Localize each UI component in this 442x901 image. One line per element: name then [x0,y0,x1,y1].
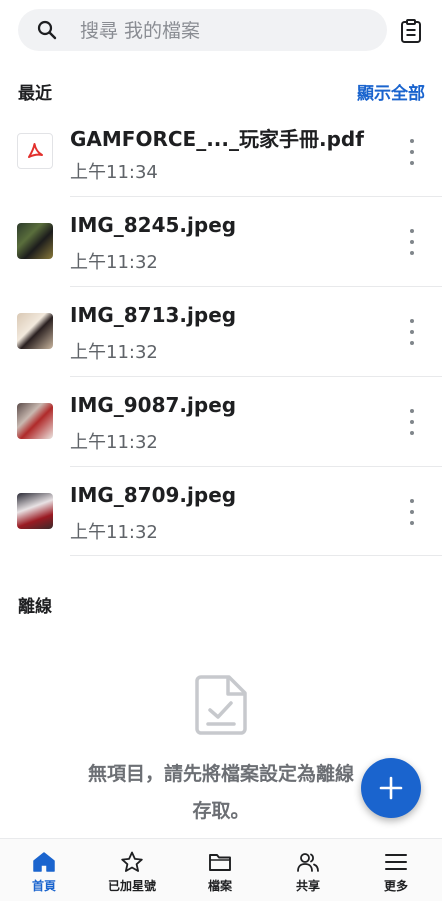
acrobat-icon [28,143,43,158]
file-name: IMG_8709.jpeg [70,483,237,507]
search-icon [37,20,57,40]
more-options-icon[interactable] [404,229,420,255]
list-item[interactable]: GAMFORCE_..._玩家手冊.pdf 上午11:34 [0,106,442,196]
offline-document-icon [195,675,247,735]
file-time: 上午11:32 [70,342,158,363]
nav-more[interactable]: 更多 [352,839,440,901]
image-thumbnail [17,403,53,439]
more-options-icon[interactable] [404,319,420,345]
image-thumbnail [17,313,53,349]
plus-icon [379,776,403,800]
file-name: IMG_8245.jpeg [70,213,237,237]
empty-state-text: 存取。 [192,800,250,822]
image-thumbnail [17,223,53,259]
file-time: 上午11:32 [70,432,158,453]
menu-icon [385,854,407,870]
nav-label: 更多 [383,879,408,893]
nav-home[interactable]: 首頁 [0,839,88,901]
more-options-icon[interactable] [404,499,420,525]
people-icon [297,853,319,872]
show-all-link[interactable]: 顯示全部 [357,79,425,104]
list-item[interactable]: IMG_8245.jpeg 上午11:32 [0,196,442,286]
nav-starred[interactable]: 已加星號 [88,839,176,901]
pdf-file-icon [17,133,53,169]
file-time: 上午11:34 [70,162,158,183]
star-icon [121,851,143,872]
nav-label: 已加星號 [107,879,156,893]
offline-section-title: 離線 [18,597,52,617]
divider [70,555,442,556]
image-thumbnail [17,493,53,529]
search-input[interactable] [78,9,372,53]
home-icon [33,852,55,872]
nav-label: 檔案 [207,879,232,893]
file-name: GAMFORCE_..._玩家手冊.pdf [70,127,364,151]
add-button[interactable] [361,758,421,818]
recent-section-title: 最近 [18,84,52,104]
list-item[interactable]: IMG_8709.jpeg 上午11:32 [0,466,442,556]
nav-shared[interactable]: 共享 [264,839,352,901]
list-item[interactable]: IMG_9087.jpeg 上午11:32 [0,376,442,466]
file-time: 上午11:32 [70,252,158,273]
bottom-navigation: 首頁 已加星號 檔案 共享 更多 [0,838,442,901]
empty-state-text: 無項目，請先將檔案設定為離線 [87,763,354,785]
folder-icon [209,854,231,871]
file-name: IMG_9087.jpeg [70,393,237,417]
more-options-icon[interactable] [404,139,420,165]
file-time: 上午11:32 [70,522,158,543]
nav-files[interactable]: 檔案 [176,839,264,901]
nav-label: 共享 [295,879,320,893]
file-name: IMG_8713.jpeg [70,303,237,327]
list-item[interactable]: IMG_8713.jpeg 上午11:32 [0,286,442,376]
clipboard-icon[interactable] [400,19,422,43]
more-options-icon[interactable] [404,409,420,435]
nav-label: 首頁 [31,879,56,893]
search-bar[interactable] [18,9,387,53]
